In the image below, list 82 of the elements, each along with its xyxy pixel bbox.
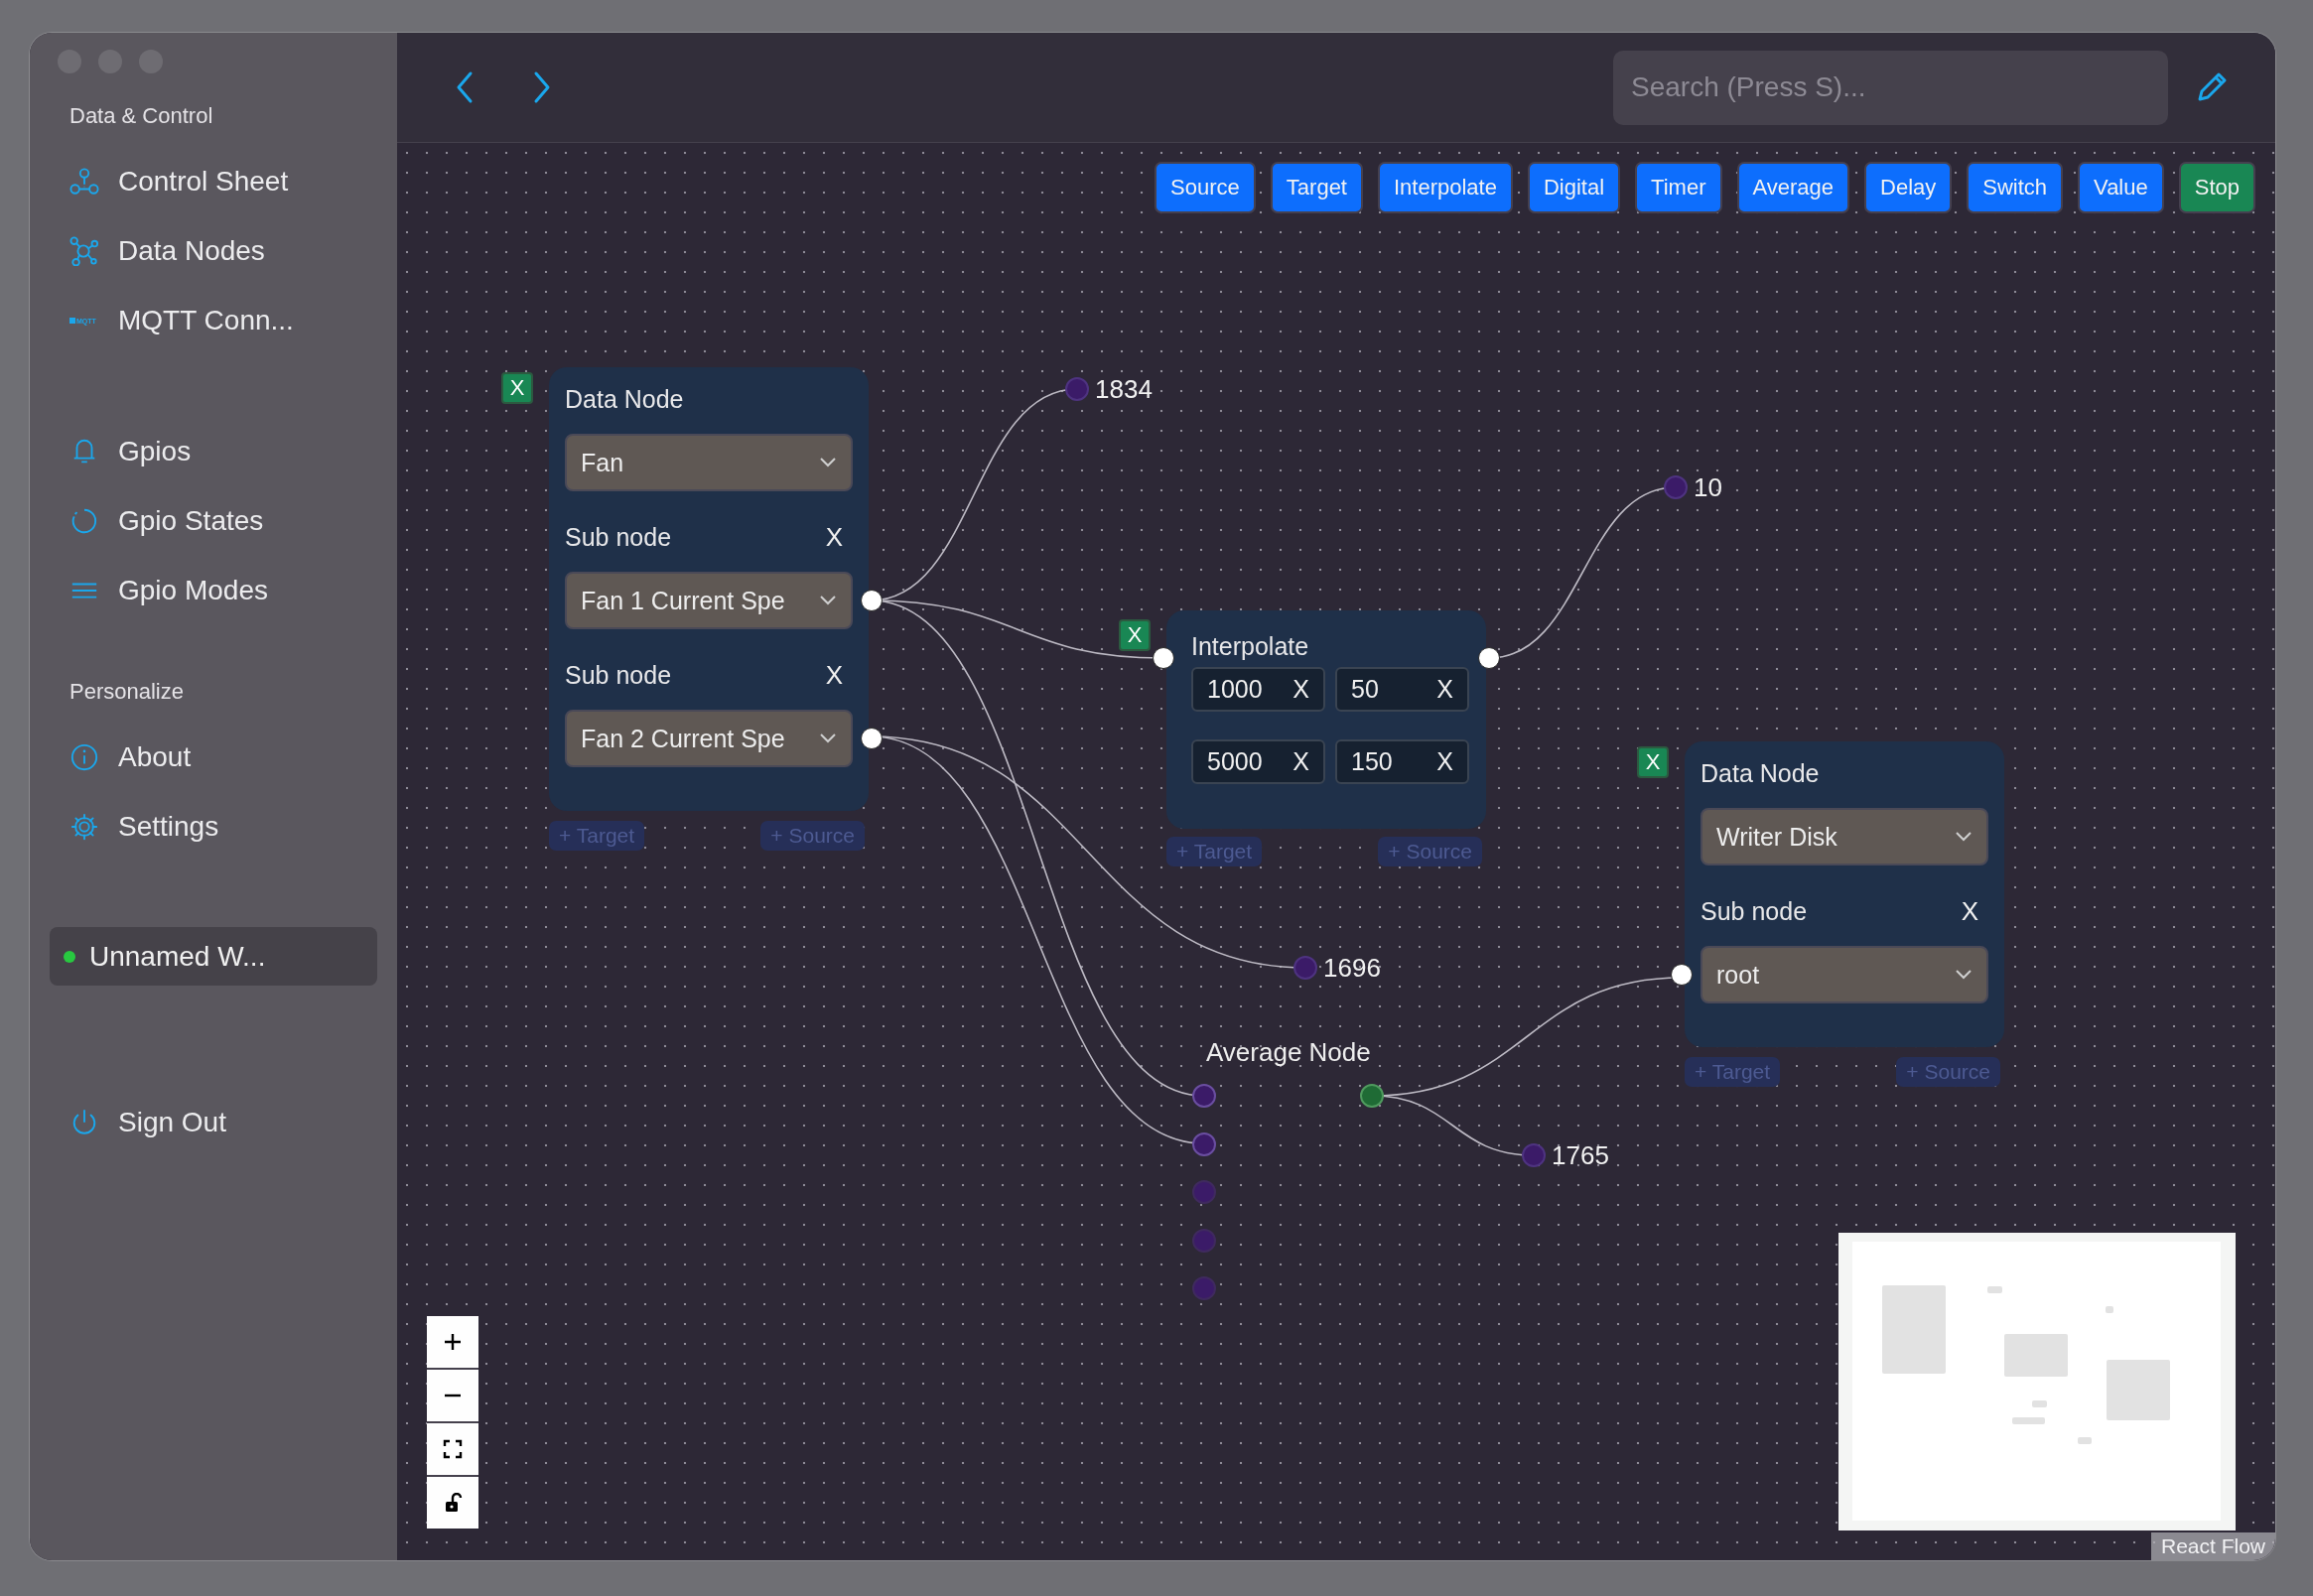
connection-handle[interactable] [1153, 647, 1174, 669]
circle-icon [69, 506, 99, 536]
number-field[interactable]: 5000 X [1191, 739, 1325, 784]
number-field[interactable]: 1000 X [1191, 667, 1325, 712]
remove-button[interactable]: X [501, 372, 533, 404]
value-label: 1696 [1323, 952, 1381, 984]
connection-handle[interactable] [1192, 1084, 1216, 1108]
nav-item[interactable]: Settings [50, 792, 377, 862]
chevron-down-icon [819, 732, 837, 744]
dropdown[interactable]: Writer Disk [1701, 808, 1988, 865]
connection-handle[interactable] [1065, 377, 1089, 401]
workspace-item[interactable]: Unnamed W... [50, 927, 377, 986]
nav-item[interactable]: About [50, 723, 377, 792]
connection-handle[interactable] [1192, 1131, 1216, 1156]
minus-icon [443, 1394, 463, 1397]
add-node-button[interactable]: Timer [1635, 162, 1722, 213]
add-node-button[interactable]: Value [2078, 162, 2164, 213]
plus-icon [443, 1332, 463, 1352]
sign-out-link[interactable]: Sign Out [50, 1088, 377, 1157]
settings-icon [69, 812, 99, 842]
field-label: Sub node [565, 660, 672, 690]
connection-handle[interactable] [1192, 1276, 1216, 1300]
nav-item[interactable]: Gpio States [50, 486, 377, 556]
add-node-button[interactable]: Average [1736, 162, 1850, 213]
add-node-button[interactable]: Target [1270, 162, 1363, 213]
nav-item[interactable]: Control Sheet [50, 147, 377, 216]
add-node-button[interactable]: Switch [1967, 162, 2064, 213]
node-title: Interpolate [1191, 631, 1310, 661]
node-title: Data Node [565, 384, 685, 414]
remove-button[interactable]: X [815, 659, 853, 691]
section-heading: Personalize [68, 678, 185, 706]
connection-handle[interactable] [1522, 1143, 1546, 1167]
remove-button[interactable]: X [1951, 895, 1988, 927]
nav-item[interactable]: Gpios [50, 417, 377, 486]
chevron-down-icon [1955, 831, 1973, 843]
remove-button[interactable]: X [1637, 746, 1669, 778]
chevron-down-icon [1955, 969, 1973, 981]
nav-item[interactable]: Data Nodes [50, 216, 377, 286]
connection-handle[interactable] [1664, 475, 1688, 499]
connection-handle[interactable] [861, 590, 883, 611]
connection-handle[interactable] [861, 728, 883, 749]
connection-handle[interactable] [1293, 956, 1317, 980]
connection-handle[interactable] [1360, 1084, 1384, 1108]
unlocked-padlock-icon [443, 1493, 463, 1513]
add-node-button[interactable]: Source [1155, 162, 1256, 213]
value-label: 1765 [1552, 1139, 1609, 1171]
field-label: Sub node [1701, 896, 1808, 926]
lock-button[interactable] [427, 1477, 478, 1529]
value-label: 1834 [1095, 373, 1153, 405]
connection-handle[interactable] [1192, 1180, 1216, 1204]
number-field[interactable]: 50 X [1335, 667, 1469, 712]
node-title: Data Node [1701, 758, 1821, 788]
node-title: Average Node [1206, 1036, 1371, 1068]
connection-handle[interactable] [1671, 964, 1693, 986]
nav-item[interactable]: Gpio Modes [50, 556, 377, 625]
dropdown[interactable]: Fan [565, 434, 853, 491]
dropdown[interactable]: root [1701, 946, 1988, 1003]
remove-button[interactable]: X [1119, 619, 1151, 651]
stop-button[interactable]: Stop [2178, 162, 2255, 213]
value-label: 10 [1694, 471, 1722, 503]
connection-handle[interactable] [1192, 1228, 1216, 1253]
add-node-button[interactable]: Digital [1527, 162, 1621, 213]
minimap[interactable] [1838, 1233, 2236, 1530]
chevron-down-icon [819, 457, 837, 468]
info-icon [69, 742, 99, 772]
connection-handle[interactable] [1478, 647, 1500, 669]
section-heading: Data & Control [68, 102, 214, 130]
field-label: Sub node [565, 522, 672, 552]
zoom-in-button[interactable] [427, 1316, 478, 1368]
share-nodes-icon [69, 167, 99, 197]
search-field[interactable]: Search (Press S)... [1613, 50, 2168, 125]
dropdown[interactable]: Fan 1 Current Spe [565, 572, 853, 629]
remove-button[interactable]: X [815, 521, 853, 553]
network-icon [69, 236, 99, 266]
chevron-down-icon [819, 595, 837, 606]
fit-view-icon [443, 1439, 463, 1459]
number-field[interactable]: 150 X [1335, 739, 1469, 784]
add-node-button[interactable]: Delay [1864, 162, 1953, 213]
dropdown[interactable]: Fan 2 Current Spe [565, 710, 853, 767]
fit-view-button[interactable] [427, 1423, 478, 1475]
add-node-button[interactable]: Interpolate [1378, 162, 1513, 213]
attribution-link[interactable]: React Flow [2150, 1532, 2275, 1560]
